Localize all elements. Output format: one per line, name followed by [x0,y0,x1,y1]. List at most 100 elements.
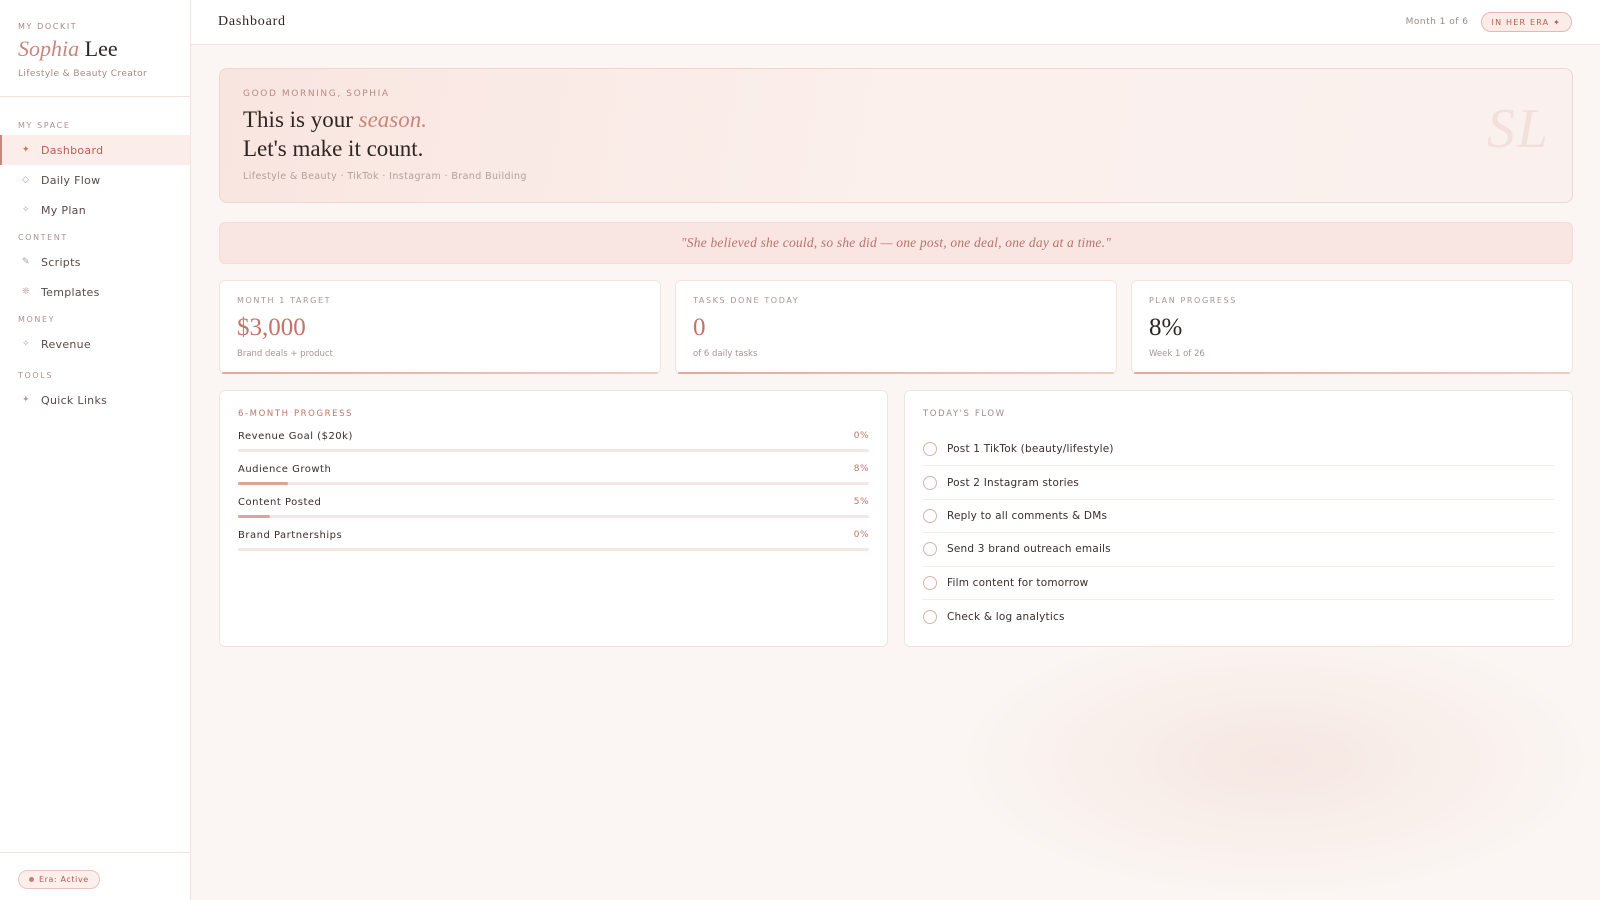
progress-percent: 0% [853,530,869,540]
flow-task-label: Post 2 Instagram stories [947,476,1080,489]
hero-banner: GOOD MORNING, SOPHIA This is your season… [219,68,1573,203]
month-indicator: Month 1 of 6 [1405,17,1469,27]
greeting: GOOD MORNING, SOPHIA [243,89,390,99]
sidebar-item-quick-links[interactable]: ✦ Quick Links [0,385,190,415]
stat-label: TASKS DONE TODAY [693,296,800,305]
stat-card-plan-progress: PLAN PROGRESS 8% Week 1 of 26 [1131,280,1573,374]
progress-card-title: 6-MONTH PROGRESS [238,409,354,419]
sidebar-item-revenue[interactable]: ✧ Revenue [0,329,190,359]
flow-task[interactable]: Reply to all comments & DMs [923,500,1554,534]
stat-subtext: Week 1 of 26 [1149,349,1205,359]
flow-task-label: Check & log analytics [947,610,1065,623]
sidebar-item-daily-flow[interactable]: ◇ Daily Flow [0,165,190,195]
background-glow [950,620,1600,900]
sidebar: MY DOCKIT Sophia Lee Lifestyle & Beauty … [0,0,191,900]
page-title: Dashboard [218,14,286,29]
circle-checkbox-icon[interactable] [923,609,937,624]
progress-track [238,449,869,452]
stat-value: 0 [693,314,706,341]
stat-subtext: Brand deals + product [237,349,333,359]
sidebar-item-templates[interactable]: ❊ Templates [0,277,190,307]
flow-task[interactable]: Post 1 TikTok (beauty/lifestyle) [923,433,1554,467]
stat-value: 8% [1149,314,1183,341]
nav-section-money: MONEY [18,315,56,324]
stat-label: PLAN PROGRESS [1149,296,1237,305]
nav-section-my-space: MY SPACE [18,121,71,130]
flow-task[interactable]: Post 2 Instagram stories [923,466,1554,500]
flow-task-label: Reply to all comments & DMs [947,509,1108,522]
brand-last-name: Lee [79,36,118,61]
flow-task-label: Film content for tomorrow [947,576,1089,589]
flow-card-title: TODAY'S FLOW [923,409,1006,419]
topbar-right: Month 1 of 6 IN HER ERA ✦ [1406,12,1572,32]
flow-task[interactable]: Film content for tomorrow [923,567,1554,600]
circle-checkbox-icon[interactable] [923,542,937,557]
progress-percent: 8% [853,464,869,474]
circle-checkbox-icon[interactable] [923,508,937,523]
brand-block: MY DOCKIT Sophia Lee Lifestyle & Beauty … [0,0,190,97]
era-status-label: Era: Active [39,875,89,884]
sparkle-icon: ✦ [22,145,30,155]
asterisk-icon: ❊ [22,287,30,297]
sidebar-footer: Era: Active [0,852,190,900]
brand-eyebrow: MY DOCKIT [18,22,78,31]
progress-fill [238,515,270,518]
flow-task-label: Post 1 TikTok (beauty/lifestyle) [947,443,1114,456]
circle-checkbox-icon[interactable] [923,442,937,457]
brand-name: Sophia Lee [18,38,172,60]
motivational-quote: "She believed she could, so she did — on… [219,222,1573,264]
progress-item: Revenue Goal ($20k) 0% [238,431,869,452]
sidebar-item-label: Revenue [41,337,92,351]
main-content: GOOD MORNING, SOPHIA This is your season… [219,68,1573,647]
progress-percent: 5% [853,497,869,507]
pencil-icon: ✎ [22,257,30,267]
era-status-badge: Era: Active [18,870,100,889]
sidebar-item-label: Templates [41,285,100,299]
circle-checkbox-icon[interactable] [923,575,937,590]
brand-first-name: Sophia [18,36,80,61]
todays-flow-card: TODAY'S FLOW Post 1 TikTok (beauty/lifes… [904,390,1573,647]
coin-icon: ✧ [22,339,30,349]
flow-task[interactable]: Check & log analytics [923,600,1554,633]
sidebar-item-dashboard[interactable]: ✦ Dashboard [0,135,190,165]
hero-headline: This is your season. Let's make it count… [243,105,1549,163]
progress-item: Content Posted 5% [238,497,869,518]
sidebar-item-scripts[interactable]: ✎ Scripts [0,247,190,277]
nav-section-content: CONTENT [18,233,68,242]
progress-label: Audience Growth [238,464,332,475]
progress-label: Brand Partnerships [238,530,343,541]
flow-task[interactable]: Send 3 brand outreach emails [923,533,1554,567]
progress-percent: 0% [853,431,869,441]
progress-label: Revenue Goal ($20k) [238,431,353,442]
circle-checkbox-icon[interactable] [923,475,937,490]
stat-card-tasks-done: TASKS DONE TODAY 0 of 6 daily tasks [675,280,1117,374]
sidebar-item-my-plan[interactable]: ✧ My Plan [0,195,190,225]
hero-line2: Let's make it count. [243,136,424,161]
hero-line1-emphasis: season. [358,107,428,132]
stat-label: MONTH 1 TARGET [237,296,332,305]
sidebar-item-label: Dashboard [41,143,104,157]
hero-line1: This is your [243,107,359,132]
status-dot-icon [29,877,34,882]
sidebar-nav: MY SPACE ✦ Dashboard ◇ Daily Flow ✧ My P… [0,97,190,415]
progress-track [238,548,869,551]
star-icon: ✧ [22,205,30,215]
progress-track [238,482,869,485]
flow-task-list: Post 1 TikTok (beauty/lifestyle) Post 2 … [923,433,1554,633]
sidebar-item-label: Daily Flow [41,173,101,187]
flow-task-label: Send 3 brand outreach emails [947,543,1111,556]
monogram-watermark: SL [1486,98,1550,160]
progress-item: Brand Partnerships 0% [238,530,869,551]
diamond-icon: ◇ [22,175,30,185]
progress-label: Content Posted [238,497,322,508]
topbar: Dashboard Month 1 of 6 IN HER ERA ✦ [191,0,1600,45]
progress-fill [238,482,289,485]
progress-track [238,515,869,518]
era-badge[interactable]: IN HER ERA ✦ [1480,12,1572,32]
stat-subtext: of 6 daily tasks [693,349,758,359]
bottom-row: 6-MONTH PROGRESS Revenue Goal ($20k) 0% A… [219,390,1573,647]
brand-subtitle: Lifestyle & Beauty Creator [18,69,148,79]
progress-card: 6-MONTH PROGRESS Revenue Goal ($20k) 0% A… [219,390,888,647]
sidebar-item-label: Quick Links [41,393,108,407]
sidebar-item-label: My Plan [41,203,86,217]
